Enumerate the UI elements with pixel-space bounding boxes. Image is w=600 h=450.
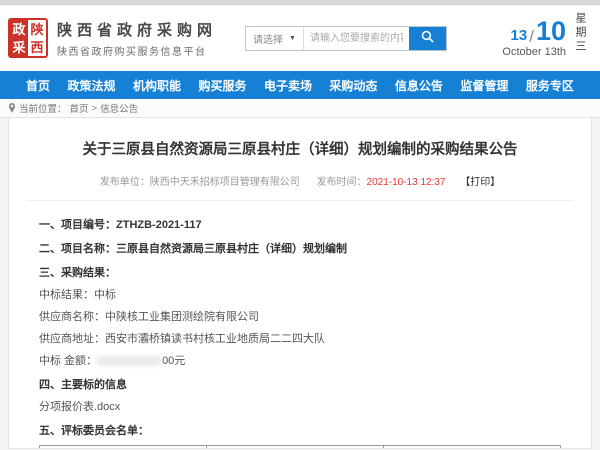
search-box: 请选择 ▼	[245, 26, 447, 51]
col-project-name: 项目名称	[40, 446, 207, 450]
site-title: 陕西省政府采购网	[57, 19, 217, 40]
date-numbers: 13 / 10 October 13th	[502, 18, 566, 58]
publish-time-label: 发布时间：	[317, 177, 367, 188]
evaluation-committee-table: 项目名称 专家 采购人代表 三原县自然资源局三原县村庄（详细）规划编制 崔芳芳、…	[39, 445, 561, 449]
bid-result-line: 中标结果：中标	[39, 290, 561, 301]
logo-char: 采	[10, 38, 28, 56]
search-select-label: 请选择	[253, 31, 283, 46]
bid-amount-label: 中标 金额：	[39, 355, 97, 367]
date-block: 13 / 10 October 13th 星期三	[502, 12, 590, 64]
page-title: 关于三原县自然资源局三原县村庄（详细）规划编制的采购结果公告	[9, 138, 591, 159]
search-button[interactable]	[409, 27, 446, 50]
print-button[interactable]: 【打印】	[460, 177, 500, 188]
attachment-file[interactable]: 分项报价表.docx	[39, 402, 561, 413]
publisher-value: 陕西中天禾招标项目管理有限公司	[150, 177, 300, 188]
breadcrumb-current[interactable]: 信息公告	[100, 101, 138, 115]
nav-item-functions[interactable]: 机构职能	[133, 77, 181, 94]
committee-heading: 五、评标委员会名单：	[39, 426, 561, 437]
chevron-down-icon: ▼	[289, 35, 296, 42]
supplier-name-line: 供应商名称：中陕核工业集团测绘院有限公司	[39, 312, 561, 323]
breadcrumb-home[interactable]: 首页	[70, 101, 89, 115]
nav-item-procurement-news[interactable]: 采购动态	[329, 77, 377, 94]
logo-char: 陕	[28, 20, 46, 38]
date-day: 13	[511, 28, 528, 43]
breadcrumb-separator: >	[92, 103, 98, 114]
procurement-result-heading: 三、采购结果：	[39, 268, 561, 279]
article-body: 一、项目编号：ZTHZB-2021-117 二、项目名称：三原县自然资源局三原县…	[9, 201, 591, 449]
date-separator: /	[529, 28, 534, 45]
nav-item-service-zone[interactable]: 服务专区	[526, 77, 574, 94]
main-nav: 首页 政策法规 机构职能 购买服务 电子卖场 采购动态 信息公告 监督管理 服务…	[0, 71, 600, 99]
logo-char: 西	[28, 38, 46, 56]
breadcrumb-label: 当前位置：	[19, 101, 67, 115]
date-weekday: 星期三	[572, 12, 588, 64]
nav-item-purchase-services[interactable]: 购买服务	[198, 77, 246, 94]
subject-info-heading: 四、主要标的信息	[39, 380, 561, 391]
project-name-line: 二、项目名称：三原县自然资源局三原县村庄（详细）规划编制	[39, 244, 561, 255]
date-month: 10	[536, 18, 566, 45]
col-experts: 专家	[206, 446, 383, 450]
site-titles: 陕西省政府采购网 陕西省政府购买服务信息平台	[57, 19, 217, 58]
site-header: 政 陕 采 西 陕西省政府采购网 陕西省政府购买服务信息平台 请选择 ▼ 13 …	[0, 5, 600, 71]
nav-item-policies[interactable]: 政策法规	[67, 77, 115, 94]
date-english: October 13th	[502, 46, 566, 58]
project-number-line: 一、项目编号：ZTHZB-2021-117	[39, 220, 561, 231]
announcement-card: 关于三原县自然资源局三原县村庄（详细）规划编制的采购结果公告 发布单位：陕西中天…	[8, 118, 592, 449]
breadcrumb: 当前位置： 首页 > 信息公告	[0, 99, 600, 118]
search-icon	[421, 30, 434, 46]
site-logo: 政 陕 采 西	[8, 18, 48, 58]
supplier-address-line: 供应商地址：西安市灞桥镇读书村核工业地质局二二四大队	[39, 334, 561, 345]
article-meta: 发布单位：陕西中天禾招标项目管理有限公司 发布时间：2021-10-13 12:…	[9, 173, 591, 188]
col-purchaser-reps: 采购人代表	[383, 446, 560, 450]
location-pin-icon	[8, 103, 16, 113]
site-subtitle: 陕西省政府购买服务信息平台	[57, 43, 217, 58]
bid-amount-line: 中标 金额： 00元	[39, 356, 561, 367]
nav-item-home[interactable]: 首页	[26, 77, 50, 94]
nav-item-announcements[interactable]: 信息公告	[395, 77, 443, 94]
nav-item-supervision[interactable]: 监督管理	[460, 77, 508, 94]
search-input[interactable]	[304, 27, 409, 50]
search-category-select[interactable]: 请选择 ▼	[246, 27, 304, 50]
bid-amount-suffix: 00元	[162, 355, 185, 367]
publisher-label: 发布单位：	[100, 177, 150, 188]
redacted-amount	[97, 356, 161, 366]
nav-item-e-marketplace[interactable]: 电子卖场	[264, 77, 312, 94]
logo-char: 政	[10, 20, 28, 38]
table-header-row: 项目名称 专家 采购人代表	[40, 446, 561, 450]
publish-time-value: 2021-10-13 12:37	[367, 177, 446, 188]
